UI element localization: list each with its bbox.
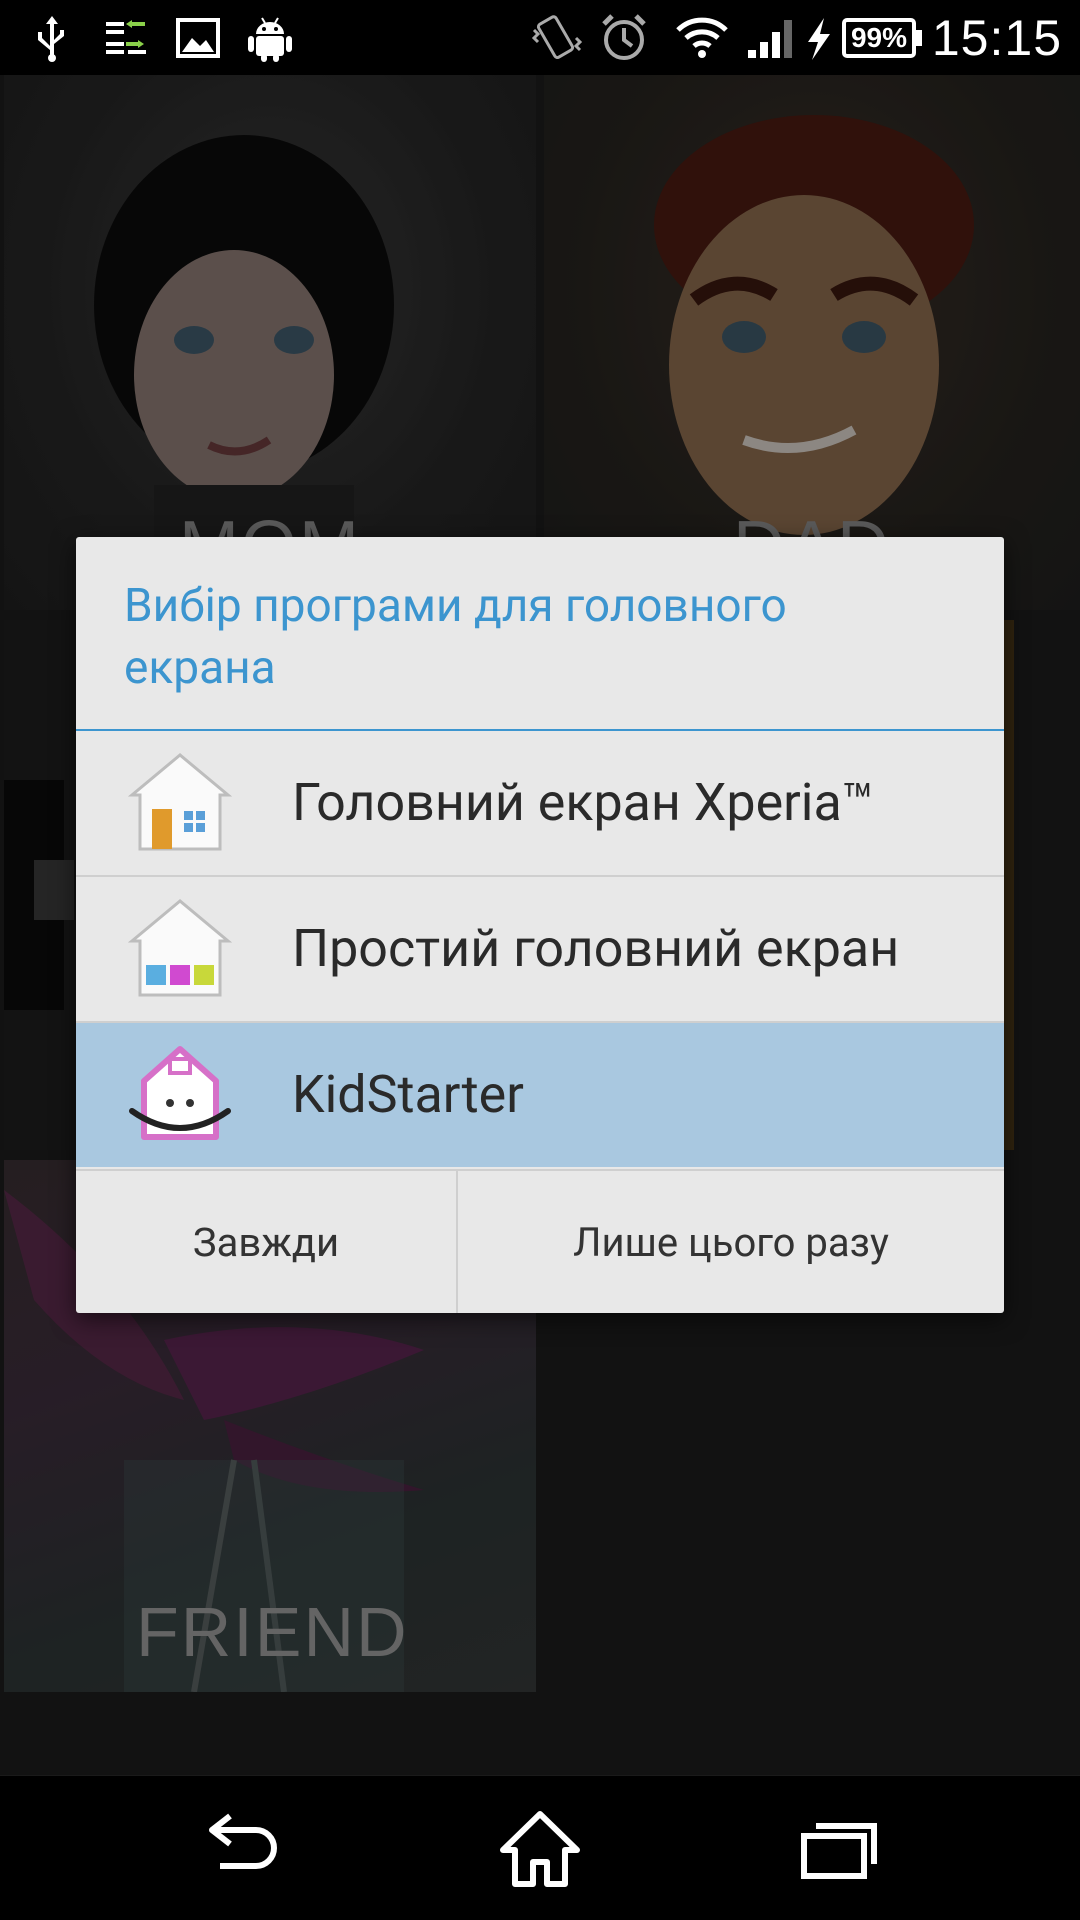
usb-icon [38,16,64,62]
app-option-xperia-home[interactable]: Головний екран Xperia™ [76,731,1004,875]
simple-home-icon [127,899,233,997]
just-once-button[interactable]: Лише цього разу [458,1171,1004,1313]
dialog-button-bar: Завжди Лише цього разу [76,1169,1004,1313]
recents-icon[interactable] [794,1806,884,1890]
vibrate-icon [531,15,583,59]
app-option-label: Простий головний екран [292,918,900,979]
clock: 15:15 [931,10,1062,66]
kidstarter-icon [129,1046,231,1140]
data-transfer-icon [106,20,146,54]
home-app-chooser-dialog: Вибір програми для головного екрана Голо… [76,537,1004,1313]
status-bar: 99% 15:15 [0,0,1080,75]
app-option-kidstarter[interactable]: KidStarter [76,1023,1004,1167]
signal-icon [748,20,792,58]
xperia-home-icon [127,753,233,851]
wifi-icon [676,17,728,58]
app-option-label: Головний екран Xperia™ [292,772,875,833]
navigation-bar [0,1776,1080,1920]
home-icon[interactable] [495,1806,585,1890]
charging-icon [808,18,830,60]
alarm-icon [602,14,646,60]
android-debug-icon [248,17,292,62]
dialog-title: Вибір програми для головного екрана [124,579,787,695]
back-icon[interactable] [196,1806,286,1890]
app-option-label: KidStarter [292,1064,524,1125]
always-button[interactable]: Завжди [76,1171,456,1313]
app-option-simple-home[interactable]: Простий головний екран [76,877,1004,1021]
battery-indicator: 99% [842,18,922,58]
image-icon [176,18,220,58]
